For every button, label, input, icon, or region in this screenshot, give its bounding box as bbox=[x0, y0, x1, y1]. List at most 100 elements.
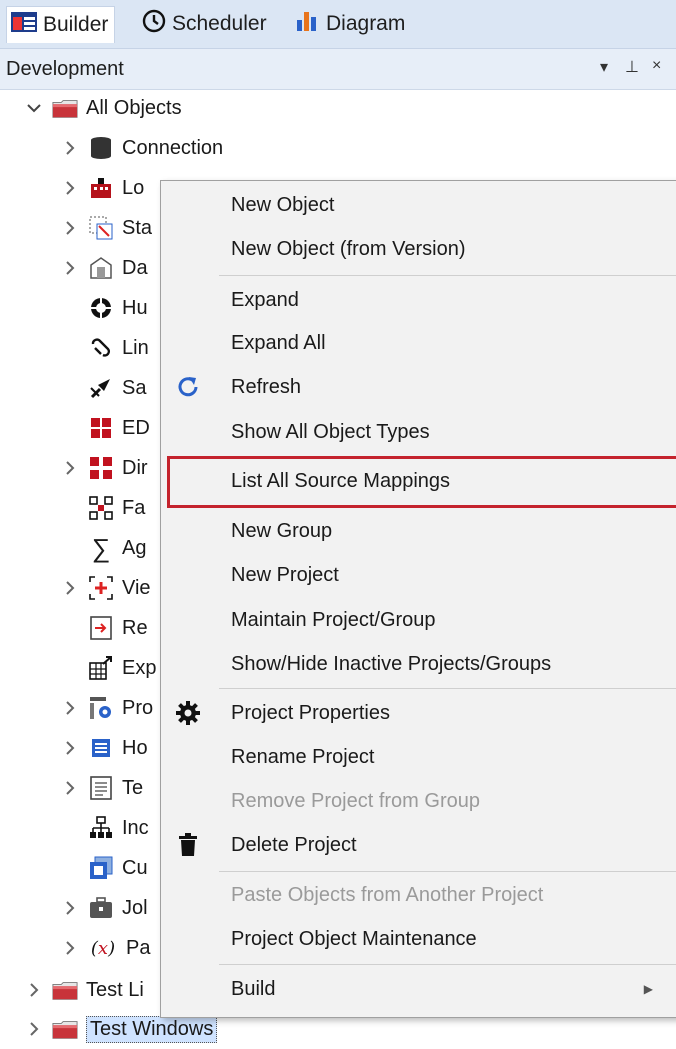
menu-item-paste-objects[interactable]: Paste Objects from Another Project bbox=[161, 875, 676, 915]
menu-item-expand[interactable]: Expand bbox=[161, 280, 676, 320]
tree-item-label: Sa bbox=[122, 376, 147, 399]
menu-item-new-object[interactable]: New Object bbox=[161, 185, 676, 225]
tree-item[interactable]: Connection bbox=[62, 128, 223, 168]
menu-item-delete-project[interactable]: Delete Project bbox=[161, 825, 676, 865]
tree-item[interactable]: Cu bbox=[62, 848, 148, 888]
satellite-icon bbox=[88, 375, 114, 401]
menu-item-new-project[interactable]: New Project bbox=[161, 555, 676, 595]
host-script-icon bbox=[88, 735, 114, 761]
cube-icon bbox=[88, 855, 114, 881]
chevron-down-icon[interactable]: ▾ bbox=[600, 57, 608, 77]
context-menu: New Object New Object (from Version) Exp… bbox=[160, 180, 676, 1018]
tree-item[interactable]: Dir bbox=[62, 448, 148, 488]
menu-item-expand-all[interactable]: Expand All bbox=[161, 323, 676, 363]
menu-item-new-object-from-version[interactable]: New Object (from Version) bbox=[161, 229, 676, 269]
menu-item-label: Refresh bbox=[231, 375, 302, 398]
tree-item[interactable]: ∑ Ag bbox=[62, 528, 147, 568]
tree-item-label: Ho bbox=[122, 736, 148, 759]
submenu-arrow-icon: ▶ bbox=[643, 982, 653, 996]
menu-item-label: New Group bbox=[231, 519, 333, 542]
tree-item[interactable]: Hu bbox=[62, 288, 148, 328]
tree-item-label: Fa bbox=[122, 496, 146, 519]
tree-item[interactable]: Te bbox=[62, 768, 143, 808]
menu-item-label: Expand All bbox=[231, 331, 326, 354]
tree-item[interactable]: Ho bbox=[62, 728, 148, 768]
chevron-right-icon[interactable] bbox=[62, 700, 78, 716]
menu-item-label: Remove Project from Group bbox=[231, 789, 480, 812]
tree-item-label: Dir bbox=[122, 456, 148, 479]
chevron-right-icon[interactable] bbox=[62, 580, 78, 596]
tree-item[interactable]: Sta bbox=[62, 208, 152, 248]
refresh-icon bbox=[175, 374, 201, 400]
chevron-right-icon[interactable] bbox=[62, 140, 78, 156]
menu-item-refresh[interactable]: Refresh bbox=[161, 367, 676, 407]
menu-item-rename-project[interactable]: Rename Project bbox=[161, 737, 676, 777]
tab-diagram[interactable]: Diagram bbox=[296, 6, 405, 42]
chevron-right-icon[interactable] bbox=[62, 900, 78, 916]
chevron-right-icon[interactable] bbox=[62, 940, 78, 956]
menu-item-label: New Object (from Version) bbox=[231, 237, 466, 260]
tree-item-label: Te bbox=[122, 776, 144, 799]
tree-item[interactable]: Re bbox=[62, 608, 148, 648]
tree-item[interactable]: Pro bbox=[62, 688, 153, 728]
pin-icon[interactable]: ⊥ bbox=[625, 57, 639, 77]
menu-item-project-properties[interactable]: Project Properties bbox=[161, 693, 676, 733]
menu-item-show-hide-inactive[interactable]: Show/Hide Inactive Projects/Groups bbox=[161, 644, 676, 684]
menu-item-new-group[interactable]: New Group bbox=[161, 511, 676, 551]
template-icon bbox=[88, 775, 114, 801]
sigma-icon: ∑ bbox=[91, 532, 111, 563]
clock-icon bbox=[142, 9, 166, 39]
chevron-right-icon[interactable] bbox=[62, 220, 78, 236]
tree-item[interactable]: (x) Pa bbox=[62, 928, 150, 968]
tree-item-label: Da bbox=[122, 256, 148, 279]
menu-item-maintain-project-group[interactable]: Maintain Project/Group bbox=[161, 600, 676, 640]
chevron-right-icon[interactable] bbox=[62, 740, 78, 756]
menu-item-label: Project Properties bbox=[231, 701, 390, 724]
tree-item[interactable]: Jol bbox=[62, 888, 148, 928]
chevron-right-icon[interactable] bbox=[26, 982, 42, 998]
menu-item-build[interactable]: Build ▶ bbox=[161, 969, 676, 1009]
hub-icon bbox=[88, 295, 114, 321]
dimension-icon bbox=[88, 455, 114, 481]
chevron-down-icon[interactable] bbox=[26, 100, 42, 116]
tab-builder[interactable]: Builder bbox=[6, 6, 116, 43]
menu-item-show-all-object-types[interactable]: Show All Object Types bbox=[161, 412, 676, 452]
menu-item-remove-project-from-group[interactable]: Remove Project from Group bbox=[161, 781, 676, 821]
tree-item[interactable]: Inc bbox=[62, 808, 149, 848]
menu-separator bbox=[219, 275, 676, 276]
tree-item[interactable]: Da bbox=[62, 248, 148, 288]
menu-item-project-object-maintenance[interactable]: Project Object Maintenance bbox=[161, 919, 676, 959]
tree-item[interactable]: Fa bbox=[62, 488, 145, 528]
tree-item[interactable]: Lo bbox=[62, 168, 144, 208]
procedure-icon bbox=[88, 695, 114, 721]
tree-item-label: Sta bbox=[122, 216, 153, 239]
view-icon bbox=[88, 575, 114, 601]
trash-icon bbox=[175, 832, 201, 858]
tree-item-label: Test Windows bbox=[86, 1015, 218, 1043]
chevron-right-icon[interactable] bbox=[62, 460, 78, 476]
tab-strip: Builder Scheduler Diagram bbox=[0, 0, 676, 49]
menu-item-label: Expand bbox=[231, 288, 299, 311]
highlight-annotation bbox=[167, 456, 676, 508]
tab-scheduler[interactable]: Scheduler bbox=[142, 6, 267, 42]
chevron-right-icon[interactable] bbox=[26, 1021, 42, 1037]
tree-item[interactable]: ED bbox=[62, 408, 150, 448]
menu-item-label: Show/Hide Inactive Projects/Groups bbox=[231, 652, 552, 675]
tree-item[interactable]: Sa bbox=[62, 368, 146, 408]
chart-icon bbox=[296, 10, 320, 38]
tree-item-label: Pro bbox=[122, 696, 154, 719]
tree-item[interactable]: Vie bbox=[62, 568, 151, 608]
tree-item-project[interactable]: Test Li bbox=[26, 970, 144, 1010]
tree-item[interactable]: Lin bbox=[62, 328, 149, 368]
chevron-right-icon[interactable] bbox=[62, 780, 78, 796]
tree-item-label: Re bbox=[122, 616, 148, 639]
chevron-right-icon[interactable] bbox=[62, 180, 78, 196]
gear-icon bbox=[175, 700, 201, 726]
close-icon[interactable]: × bbox=[652, 57, 661, 75]
tree-root-all-objects[interactable]: All Objects bbox=[26, 88, 182, 128]
menu-item-label: Show All Object Types bbox=[231, 420, 430, 443]
chevron-right-icon[interactable] bbox=[62, 260, 78, 276]
tree-item-label: Lin bbox=[122, 336, 149, 359]
tab-label: Scheduler bbox=[172, 12, 267, 35]
tree-item[interactable]: Exp bbox=[62, 648, 156, 688]
